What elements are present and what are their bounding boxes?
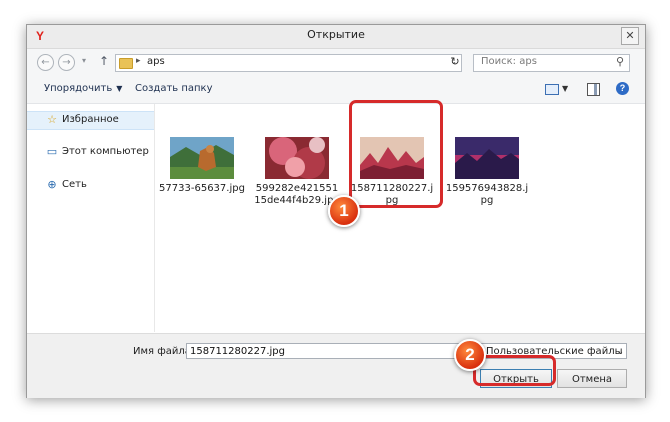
navigation-bar: ← → ▾ ↑ ▸ aps ⌄ ↻ Поиск: aps ⚲ (27, 49, 645, 76)
search-icon[interactable]: ⚲ (616, 55, 624, 68)
sidebar-item-network[interactable]: ⊕ Сеть (27, 177, 154, 194)
file-item[interactable]: 159576943828.jpg (444, 137, 530, 217)
organize-caret-icon: ▼ (116, 84, 123, 93)
organize-menu[interactable]: Упорядочить ▼ (44, 83, 122, 94)
sidebar-item-favorites[interactable]: ☆ Избранное (27, 111, 154, 130)
dialog-title: Открытие (307, 28, 365, 41)
help-icon[interactable]: ? (616, 82, 629, 95)
search-input[interactable]: Поиск: aps ⚲ (473, 54, 630, 72)
chevron-down-icon: ⌄ (616, 347, 624, 357)
network-icon: ⊕ (47, 178, 57, 191)
sidebar-item-label: Сеть (62, 179, 87, 190)
sidebar-item-label: Избранное (62, 114, 119, 125)
filename-input[interactable]: 158711280227.jpg (186, 343, 476, 359)
file-name: 57733-65637.jpg (159, 183, 245, 194)
highlight-frame-open-button (473, 355, 556, 386)
new-folder-button[interactable]: Создать папку (135, 83, 213, 94)
title-bar: Y Открытие ✕ (27, 25, 645, 49)
highlight-frame-file (349, 100, 443, 208)
history-dropdown-icon[interactable]: ▾ (82, 56, 86, 65)
sidebar-item-label: Этот компьютер (62, 146, 149, 157)
preview-pane-icon[interactable] (587, 83, 600, 96)
view-mode-icon[interactable] (545, 84, 559, 95)
view-mode-caret-icon[interactable]: ▼ (562, 84, 568, 93)
computer-icon: ▭ (46, 145, 58, 158)
file-name: 159576943828.jpg (445, 183, 529, 206)
organize-label: Упорядочить (44, 83, 113, 94)
cancel-button[interactable]: Отмена (557, 369, 627, 388)
navigation-pane: ☆ Избранное ▭ Этот компьютер ⊕ Сеть (27, 104, 155, 332)
breadcrumb-aps[interactable]: aps (147, 56, 165, 67)
file-thumbnail (170, 137, 234, 179)
forward-button[interactable]: → (58, 54, 75, 71)
file-thumbnail (265, 137, 329, 179)
up-folder-button[interactable]: ↑ (99, 54, 109, 68)
address-bar[interactable]: ▸ aps ⌄ (115, 54, 462, 72)
command-toolbar: Упорядочить ▼ Создать папку ▼ ? (27, 76, 645, 104)
refresh-button[interactable]: ↻ (447, 54, 463, 70)
star-icon: ☆ (47, 113, 57, 126)
file-item[interactable]: 599282e42155115de44f4b29.jpg (254, 137, 340, 217)
file-item[interactable]: 57733-65637.jpg (159, 137, 245, 217)
search-placeholder: Поиск: aps (481, 56, 537, 67)
sidebar-item-this-pc[interactable]: ▭ Этот компьютер (27, 144, 154, 161)
step-badge-1: 1 (328, 195, 360, 227)
folder-icon (119, 58, 133, 69)
file-name: 599282e42155115de44f4b29.jpg (254, 183, 340, 206)
close-button[interactable]: ✕ (621, 27, 639, 45)
file-thumbnail (455, 137, 519, 179)
step-badge-2: 2 (454, 339, 486, 371)
breadcrumb-chevron-icon[interactable]: ▸ (136, 56, 141, 66)
back-button[interactable]: ← (37, 54, 54, 71)
